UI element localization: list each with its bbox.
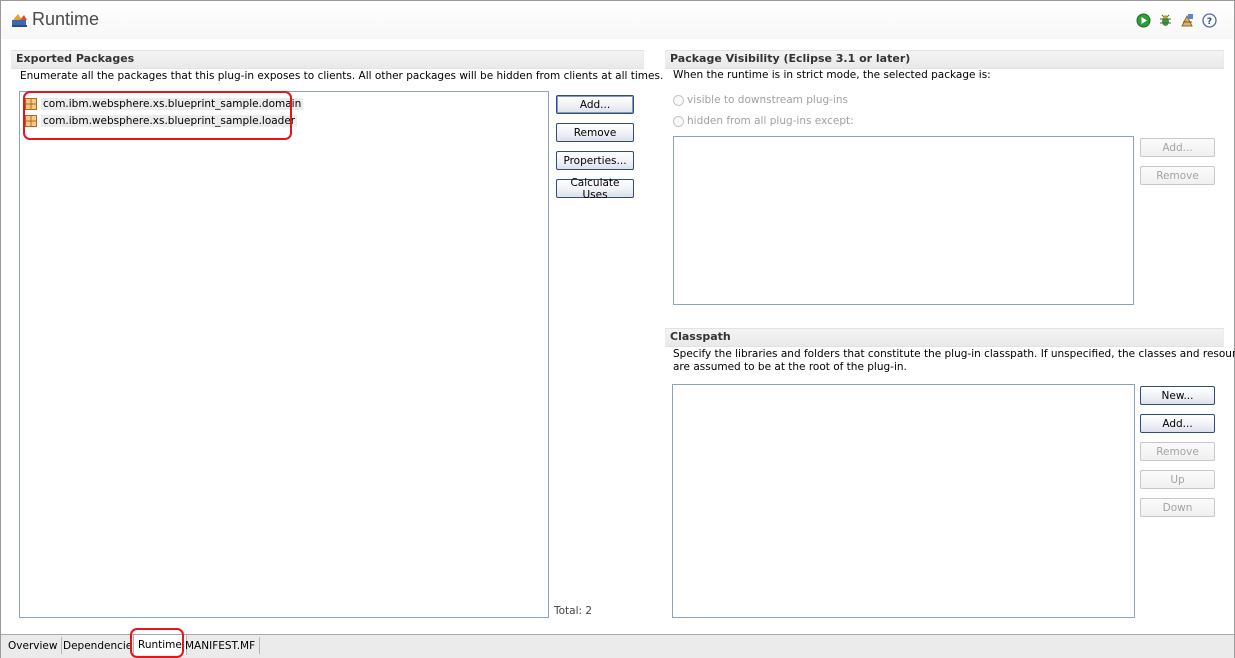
classpath-description-line2: are assumed to be at the root of the plu… [673,361,907,373]
total-count: Total: 2 [554,605,593,617]
radio-label: visible to downstream plug-ins [687,94,848,106]
exported-packages-list[interactable]: com.ibm.websphere.xs.blueprint_sample.do… [19,91,549,618]
package-label: com.ibm.websphere.xs.blueprint_sample.lo… [41,115,298,127]
classpath-description-line1: Specify the libraries and folders that c… [673,348,1235,360]
classpath-section-bar: Classpath [665,328,1224,347]
add-visibility-button[interactable]: Add... [1140,138,1215,157]
radio-circle[interactable] [673,94,684,106]
form-header: Runtime ? [1,1,1234,39]
svg-text:?: ? [1207,17,1212,27]
package-visibility-title: Package Visibility (Eclipse 3.1 or later… [670,52,911,65]
remove-classpath-button[interactable]: Remove [1140,442,1215,461]
radio-circle[interactable] [673,115,684,127]
package-label: com.ibm.websphere.xs.blueprint_sample.do… [41,98,304,110]
header-toolbar: ? [1136,13,1217,28]
exported-packages-title: Exported Packages [16,52,135,65]
visible-downstream-radio[interactable]: visible to downstream plug-ins [673,94,848,106]
tab-dependencies[interactable]: Dependencies [59,637,143,654]
export-icon[interactable] [1180,13,1195,28]
add-classpath-button[interactable]: Add... [1140,414,1215,433]
package-icon [25,115,37,127]
new-classpath-button[interactable]: New... [1140,386,1215,405]
package-visibility-description: When the runtime is in strict mode, the … [673,69,991,81]
visibility-plugins-list[interactable] [673,136,1134,305]
run-icon[interactable] [1136,13,1151,28]
exported-packages-section-bar: Exported Packages [11,50,644,69]
add-package-button[interactable]: Add... [556,95,634,114]
calculate-uses-button[interactable]: Calculate Uses [556,177,634,201]
remove-visibility-button[interactable]: Remove [1140,166,1215,185]
tab-overview[interactable]: Overview [4,637,63,654]
page-title: Runtime [32,9,100,29]
plugin-manifest-icon [12,14,27,27]
classpath-title: Classpath [670,330,731,343]
tab-manifest[interactable]: MANIFEST.MF [181,637,261,654]
help-icon[interactable]: ? [1202,13,1217,28]
classpath-list[interactable] [672,384,1135,618]
radio-label: hidden from all plug-ins except: [687,115,854,127]
remove-package-button[interactable]: Remove [556,123,634,142]
list-item[interactable]: com.ibm.websphere.xs.blueprint_sample.do… [25,96,304,112]
down-button[interactable]: Down [1140,498,1215,517]
exported-packages-description: Enumerate all the packages that this plu… [20,70,664,82]
package-icon [25,98,37,110]
tab-runtime[interactable]: Runtime [133,635,187,655]
hidden-except-radio[interactable]: hidden from all plug-ins except: [673,115,854,127]
editor-frame: Runtime ? Exported Packages Enumerate al… [0,0,1235,658]
editor-tab-bar: Overview Dependencies Runtime MANIFEST.M… [1,634,1234,658]
list-item[interactable]: com.ibm.websphere.xs.blueprint_sample.lo… [25,113,298,129]
up-button[interactable]: Up [1140,470,1215,489]
properties-button[interactable]: Properties... [556,151,634,170]
package-visibility-section-bar: Package Visibility (Eclipse 3.1 or later… [665,50,1224,69]
debug-icon[interactable] [1158,13,1173,28]
